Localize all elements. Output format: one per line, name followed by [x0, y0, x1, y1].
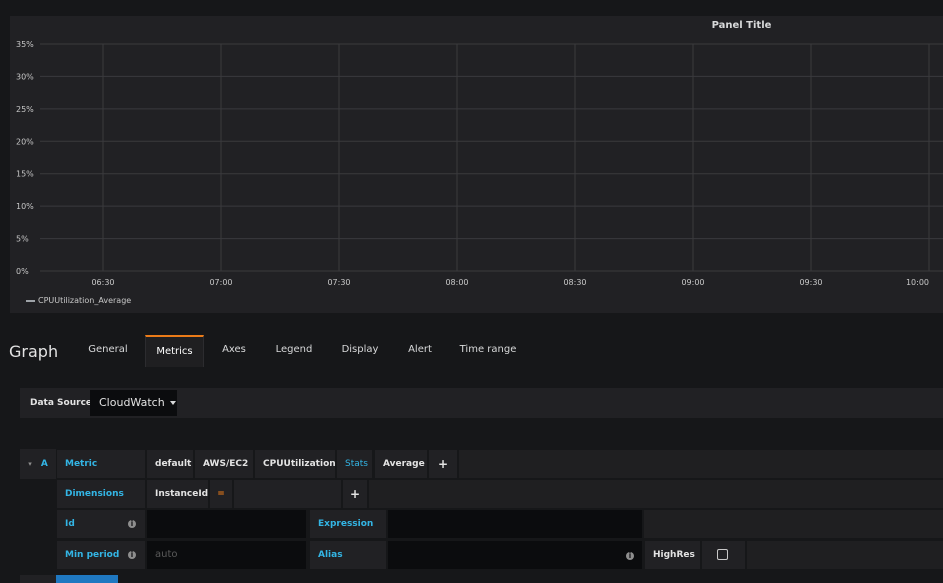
chevron-down-icon: ▾ [28, 460, 32, 468]
dimension-key-select[interactable]: InstanceId [147, 480, 208, 508]
checkbox-icon[interactable] [717, 549, 728, 560]
caret-down-icon [169, 401, 176, 405]
datasource-select[interactable]: CloudWatch [90, 390, 177, 416]
metric-name-select[interactable]: CPUUtilization [255, 450, 335, 478]
tab-time-range[interactable]: Time range [454, 335, 522, 367]
alias-input[interactable] [388, 541, 642, 569]
x-tick-label: 06:30 [91, 278, 114, 287]
legend-label: CPUUtilization_Average [38, 296, 132, 305]
alias-label: Alias [310, 541, 386, 569]
y-tick-label: 5% [16, 235, 29, 244]
x-tick-label: 10:00 [906, 278, 929, 287]
datasource-label: Data Source [30, 398, 93, 408]
x-tick-label: 08:30 [563, 278, 586, 287]
y-tick-label: 0% [16, 267, 29, 276]
info-icon[interactable]: i [626, 552, 634, 560]
dimension-value-select[interactable] [234, 480, 341, 508]
min-period-input[interactable]: auto [147, 541, 306, 569]
query-editor: ▾ A Metric default AWS/EC2 CPUUtilizatio… [20, 449, 943, 583]
y-tick-label: 15% [16, 170, 34, 179]
x-tick-label: 09:30 [799, 278, 822, 287]
tab-axes[interactable]: Axes [213, 335, 255, 367]
editor-header: Graph General Metrics Axes Legend Displa… [0, 335, 943, 367]
min-period-placeholder: auto [155, 549, 178, 560]
datasource-row: Data Source CloudWatch [20, 388, 943, 418]
id-input[interactable] [147, 510, 306, 538]
expression-label: Expression [310, 510, 386, 538]
datasource-value: CloudWatch [99, 396, 165, 409]
y-tick-label: 20% [16, 137, 34, 146]
stat-select[interactable]: Average [375, 450, 427, 478]
graph-panel: 0% 5% 10% 15% 20% 25% 30% 35% 06:30 07:00 07:30 08:… [10, 16, 943, 313]
region-select[interactable]: default [147, 450, 193, 478]
tab-alert[interactable]: Alert [400, 335, 440, 367]
tab-metrics[interactable]: Metrics [145, 335, 204, 367]
editor-title: Graph [9, 342, 59, 361]
y-tick-label: 10% [16, 202, 34, 211]
info-icon[interactable]: i [128, 520, 136, 528]
x-tick-label: 09:00 [681, 278, 704, 287]
x-tick-label: 07:00 [209, 278, 232, 287]
add-dimension-button[interactable]: + [343, 480, 367, 508]
tab-legend[interactable]: Legend [268, 335, 320, 367]
row-fill [747, 541, 943, 569]
y-tick-label: 35% [16, 40, 34, 49]
query-collapse-toggle[interactable]: ▾ A [20, 449, 56, 479]
x-tick-label: 07:30 [327, 278, 350, 287]
legend-swatch [26, 299, 35, 302]
y-tick-label: 30% [16, 72, 34, 81]
footer-cell [20, 575, 56, 583]
panel-title[interactable]: Panel Title [10, 20, 943, 31]
y-tick-label: 25% [16, 105, 34, 114]
highres-label: HighRes [645, 541, 700, 569]
metric-label: Metric [57, 450, 145, 478]
add-stat-button[interactable]: + [429, 450, 457, 478]
query-ref: A [40, 459, 48, 469]
stats-label: Stats [337, 450, 372, 478]
info-icon[interactable]: i [128, 551, 136, 559]
namespace-select[interactable]: AWS/EC2 [195, 450, 253, 478]
tab-general[interactable]: General [78, 335, 138, 367]
min-period-label-text: Min period [65, 550, 120, 560]
x-tick-label: 08:00 [445, 278, 468, 287]
highres-checkbox-cell[interactable] [702, 541, 745, 569]
expression-input[interactable] [388, 510, 642, 538]
row-fill [369, 480, 943, 508]
chart: 0% 5% 10% 15% 20% 25% 30% 35% 06:30 07:00 07:30 08:… [16, 40, 943, 287]
tab-display[interactable]: Display [334, 335, 386, 367]
id-label-text: Id [65, 519, 75, 529]
legend-item[interactable]: CPUUtilization_Average [26, 296, 131, 305]
add-query-button[interactable] [56, 575, 118, 583]
dimensions-label: Dimensions [57, 480, 145, 508]
row-fill [459, 450, 943, 478]
row-fill [644, 510, 943, 538]
dimension-operator[interactable]: = [210, 480, 232, 508]
